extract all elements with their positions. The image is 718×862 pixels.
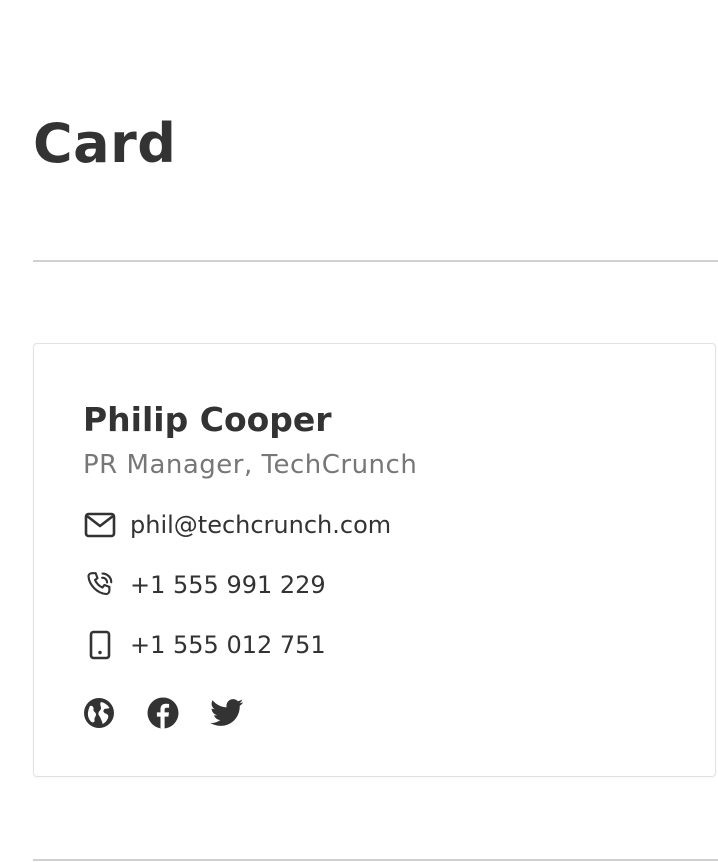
globe-icon[interactable] <box>82 696 116 730</box>
mobile-row[interactable]: +1 555 012 751 <box>83 627 326 663</box>
bottom-divider <box>33 859 718 861</box>
envelope-icon <box>83 508 117 542</box>
mobile-text[interactable]: +1 555 012 751 <box>130 633 326 657</box>
social-links <box>82 696 274 730</box>
phone-ringing-icon <box>83 568 117 602</box>
contact-name: Philip Cooper <box>83 400 332 439</box>
email-text[interactable]: phil@techcrunch.com <box>130 513 391 537</box>
phone-row[interactable]: +1 555 991 229 <box>83 567 326 603</box>
contact-card: Philip Cooper PR Manager, TechCrunch phi… <box>33 343 716 777</box>
phone-text[interactable]: +1 555 991 229 <box>130 573 326 597</box>
top-divider <box>33 260 718 262</box>
email-row[interactable]: phil@techcrunch.com <box>83 507 391 543</box>
contact-role: PR Manager, TechCrunch <box>83 450 418 480</box>
twitter-icon[interactable] <box>210 696 244 730</box>
facebook-icon[interactable] <box>146 696 180 730</box>
page-title: Card <box>33 112 177 175</box>
page: Card Philip Cooper PR Manager, TechCrunc… <box>0 0 718 862</box>
mobile-phone-icon <box>83 628 117 662</box>
